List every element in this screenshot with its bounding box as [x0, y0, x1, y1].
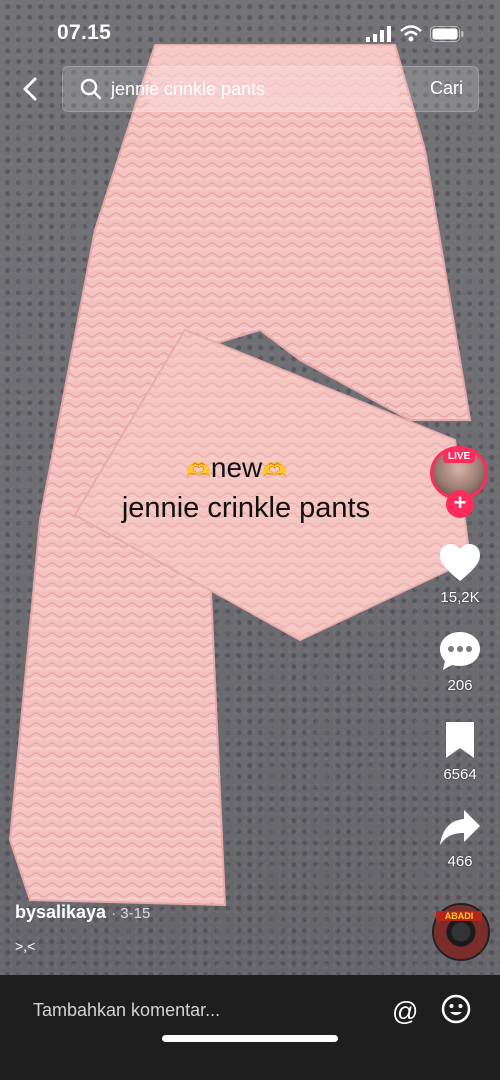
- author-line[interactable]: bysalikaya · 3-15: [15, 902, 150, 923]
- emoji-icon[interactable]: [440, 993, 472, 1025]
- home-indicator: [162, 1035, 338, 1042]
- share-icon[interactable]: [438, 808, 482, 848]
- share-count: 466: [447, 853, 473, 870]
- search-bar[interactable]: jennie crinkle pants Cari: [62, 66, 479, 112]
- music-disc-label: ABADI: [436, 911, 482, 921]
- video-description: >,<: [15, 938, 36, 954]
- pants-image: [8, 44, 472, 907]
- search-icon: [80, 78, 102, 100]
- wifi-icon: [400, 25, 422, 42]
- battery-icon: [430, 26, 464, 42]
- search-submit-button[interactable]: Cari: [430, 78, 463, 99]
- caption-line-1: 🫶new🫶: [186, 452, 287, 484]
- follow-plus-button[interactable]: +: [446, 490, 474, 518]
- video-feed-screen: 07.15 jennie crinkle pants Cari 🫶new🫶 je: [0, 0, 500, 1080]
- signal-icon: [366, 26, 391, 42]
- live-badge: LIVE: [443, 450, 476, 463]
- comment-icon[interactable]: [438, 630, 482, 672]
- bookmark-icon[interactable]: [443, 720, 477, 760]
- caption-new-text: new: [210, 452, 263, 483]
- status-time: 07.15: [57, 21, 112, 44]
- post-date-separator: ·: [111, 905, 121, 922]
- comment-bar: Tambahkan komentar... @: [0, 975, 500, 1080]
- video-player[interactable]: [0, 0, 500, 975]
- save-count: 6564: [443, 766, 477, 783]
- back-arrow-icon[interactable]: [18, 76, 44, 102]
- like-count: 15,2K: [440, 589, 480, 606]
- status-bar: 07.15: [0, 0, 500, 66]
- heart-hands-icon: 🫶: [262, 460, 288, 482]
- heart-hands-icon: 🫶: [186, 460, 211, 482]
- post-date: 3-15: [120, 905, 151, 922]
- author-username[interactable]: bysalikaya: [15, 902, 106, 922]
- comment-count: 206: [447, 677, 473, 694]
- search-query[interactable]: jennie crinkle pants: [111, 79, 265, 100]
- heart-icon[interactable]: [438, 543, 482, 583]
- comment-input[interactable]: Tambahkan komentar...: [33, 1000, 220, 1021]
- caption-line-2: jennie crinkle pants: [121, 492, 371, 524]
- mention-icon[interactable]: @: [392, 996, 418, 1027]
